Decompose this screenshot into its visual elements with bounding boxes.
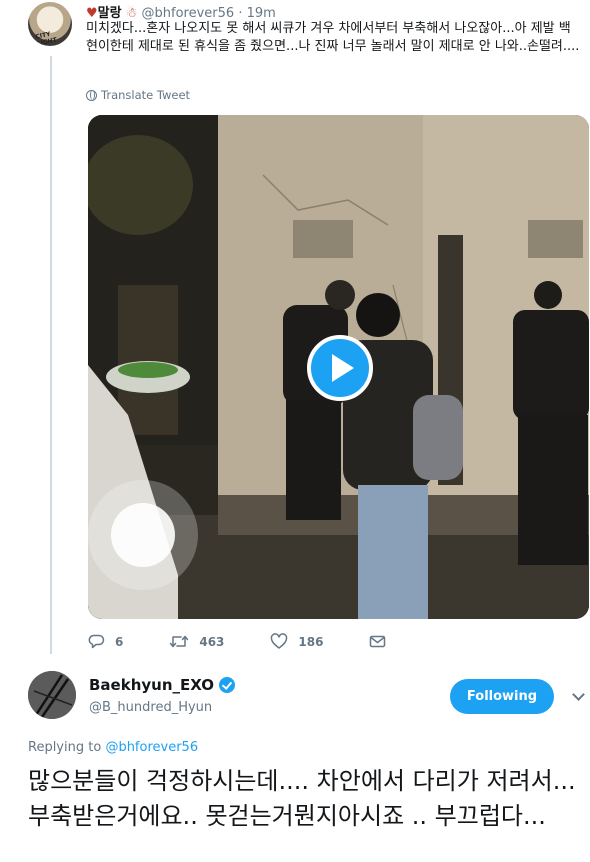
reply-icon [88, 634, 105, 649]
replying-to: Replying to @bhforever56 [28, 740, 198, 755]
envelope-icon [370, 635, 386, 648]
avatar[interactable] [28, 671, 76, 719]
play-button[interactable] [307, 335, 373, 401]
thread-line [50, 56, 52, 654]
like-button[interactable]: 186 [270, 633, 323, 650]
play-icon [332, 354, 354, 382]
separator: · [238, 6, 243, 21]
tweet-header: ♥말랑 ☃ @bhforever56 · 19m [86, 2, 276, 21]
like-count: 186 [298, 634, 324, 649]
translate-tweet-link[interactable]: Translate Tweet [86, 88, 190, 102]
heart-icon [271, 633, 288, 649]
globe-icon [86, 89, 97, 101]
timestamp[interactable]: 19m [247, 6, 276, 21]
retweet-count: 463 [199, 634, 225, 649]
tweet-text: 많으분들이 걱정하시는데.... 차안에서 다리가 저려서... 부축받은거에요… [28, 767, 576, 830]
direct-message-button[interactable] [369, 633, 386, 650]
chevron-down-icon[interactable] [572, 688, 585, 701]
translate-label: Translate Tweet [101, 88, 191, 102]
avatar[interactable]: CITY LIGHT [28, 2, 72, 46]
handle[interactable]: @B_hundred_Hyun [89, 700, 212, 715]
tweet-text: 미치겠다...혼자 나오지도 못 해서 씨큐가 겨우 차에서부터 부축해서 나오… [86, 21, 580, 54]
avatar-tag: CITY LIGHT [34, 30, 58, 46]
snowman-emoji-icon: ☃ [125, 6, 138, 21]
replying-prefix: Replying to [28, 740, 102, 755]
following-button[interactable]: Following [450, 679, 554, 714]
verified-badge-icon [219, 677, 236, 693]
video-player[interactable] [88, 115, 589, 619]
avatar-image [28, 671, 76, 719]
handle[interactable]: @bhforever56 [142, 6, 235, 21]
author-name[interactable]: Baekhyun_EXO [89, 676, 236, 694]
replying-to-link[interactable]: @bhforever56 [105, 740, 198, 755]
heart-emoji-icon: ♥ [86, 6, 98, 21]
reply-count: 6 [115, 634, 124, 649]
display-name[interactable]: 말랑 [98, 6, 122, 21]
tweet-actions: 6 463 186 [88, 633, 432, 650]
reply-button[interactable]: 6 [88, 633, 123, 650]
retweet-button[interactable]: 463 [169, 633, 224, 650]
display-name[interactable]: Baekhyun_EXO [89, 676, 214, 694]
retweet-icon [170, 635, 189, 648]
